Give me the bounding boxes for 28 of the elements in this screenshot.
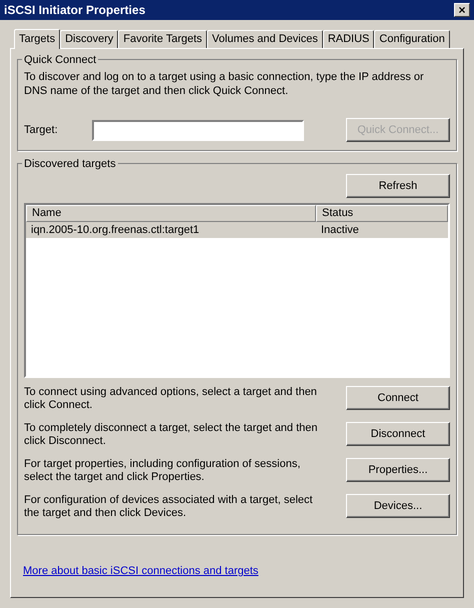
action-description: To completely disconnect a target, select the target and then click Disconnect. xyxy=(24,422,319,448)
target-row[interactable]: iqn.2005-10.org.freenas.ctl:target1 Inactive xyxy=(26,222,448,238)
tab[interactable]: Targets xyxy=(14,29,60,49)
tab[interactable]: Discovery xyxy=(60,30,118,48)
group-title: Discovered targets xyxy=(22,156,118,172)
action-description: For target properties, including configuration of sessions, select the target and click Properties. xyxy=(24,458,302,484)
action-button[interactable]: Connect xyxy=(346,386,450,410)
tab[interactable]: Configuration xyxy=(374,30,450,48)
table-cell-text: Inactive xyxy=(320,222,360,238)
window-title: iSCSI Initiator Properties xyxy=(4,2,146,19)
action-button[interactable]: Properties... xyxy=(346,458,450,482)
close-button[interactable]: × xyxy=(454,3,470,17)
action-description: To connect using advanced options, select a target and then click Connect. xyxy=(24,386,318,412)
tab[interactable]: Favorite Targets xyxy=(118,30,208,48)
quick-connect-description: To discover and log on to a target using a basic connection, type the IP address or DNS name of the target and then click Quick Connect. xyxy=(24,70,425,98)
action-button[interactable]: Devices... xyxy=(346,494,450,518)
table-cell-text: iqn.2005-10.org.freenas.ctl:target1 xyxy=(30,222,200,238)
refresh-button[interactable]: Refresh xyxy=(346,174,450,198)
tab[interactable]: Volumes and Devices xyxy=(207,30,323,48)
column-header[interactable]: Status xyxy=(316,205,448,222)
help-link[interactable]: More about basic iSCSI connections and targets xyxy=(23,565,258,577)
group-title: Quick Connect xyxy=(22,52,98,68)
target-field[interactable] xyxy=(92,120,304,140)
tab[interactable]: RADIUS xyxy=(322,30,374,48)
column-header[interactable]: Name xyxy=(26,205,316,222)
action-button[interactable]: Disconnect xyxy=(346,422,450,446)
target-label: Target: xyxy=(24,122,59,138)
action-description: For configuration of devices associated with a target, select the target and then click Devices. xyxy=(24,494,314,520)
